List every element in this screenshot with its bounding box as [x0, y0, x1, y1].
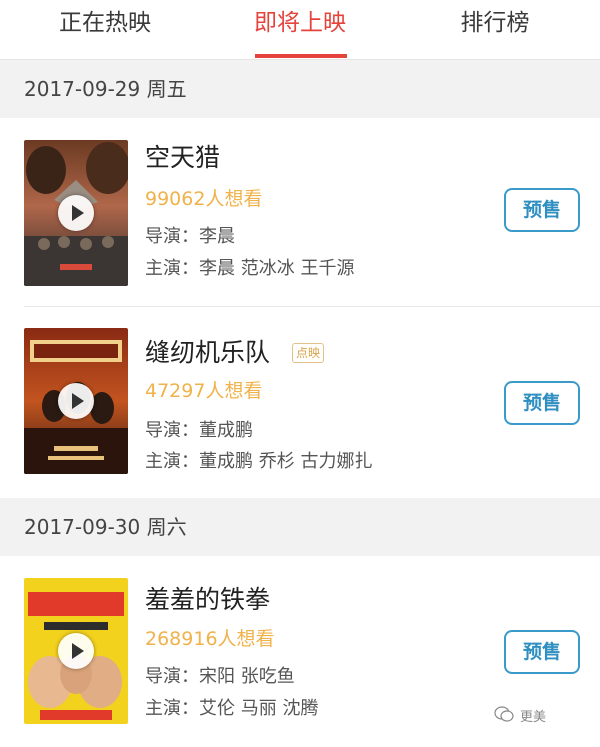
movie-title[interactable]: 空天猎: [145, 142, 220, 174]
tab-bar: 正在热映 即将上映 排行榜: [0, 0, 600, 60]
movie-title[interactable]: 缝纫机乐队: [145, 337, 270, 369]
movie-director: 导演：董成鹏: [145, 420, 253, 441]
movie-title[interactable]: 羞羞的铁拳: [145, 584, 270, 616]
movie-cast: 主演：艾伦 马丽 沈腾: [145, 698, 319, 719]
movie-poster[interactable]: [24, 140, 128, 286]
want-to-watch-count: 47297人想看: [145, 380, 263, 402]
want-to-watch-count: 268916人想看: [145, 628, 275, 650]
presale-button[interactable]: 预售: [504, 188, 580, 232]
presale-button[interactable]: 预售: [504, 381, 580, 425]
active-tab-indicator: [255, 54, 347, 58]
watermark-text: 更美: [520, 710, 547, 725]
wechat-icon: [494, 706, 514, 722]
want-to-watch-count: 99062人想看: [145, 188, 263, 210]
movie-cast: 主演：李晨 范冰冰 王千源: [145, 258, 355, 279]
section-date-header: 2017-09-30 周六: [0, 498, 600, 556]
movie-list-item[interactable]: 缝纫机乐队 点映 47297人想看 导演：董成鹏 主演：董成鹏 乔杉 古力娜扎 …: [0, 307, 600, 498]
play-icon[interactable]: [58, 383, 94, 419]
movie-director: 导演：宋阳 张吃鱼: [145, 666, 295, 687]
tab-now-showing[interactable]: 正在热映: [30, 0, 180, 60]
presale-button[interactable]: 预售: [504, 630, 580, 674]
movie-list-item[interactable]: 空天猎 99062人想看 导演：李晨 主演：李晨 范冰冰 王千源 预售: [0, 118, 600, 306]
section-date-header: 2017-09-29 周五: [0, 60, 600, 118]
movie-poster[interactable]: [24, 578, 128, 724]
tab-rankings[interactable]: 排行榜: [420, 0, 570, 60]
tab-coming-soon[interactable]: 即将上映: [225, 0, 375, 60]
movie-director: 导演：李晨: [145, 226, 235, 247]
movie-cast: 主演：董成鹏 乔杉 古力娜扎: [145, 451, 373, 472]
preview-screening-badge: 点映: [292, 343, 325, 363]
play-icon[interactable]: [58, 195, 94, 231]
movie-poster[interactable]: [24, 328, 128, 474]
play-icon[interactable]: [58, 633, 94, 669]
